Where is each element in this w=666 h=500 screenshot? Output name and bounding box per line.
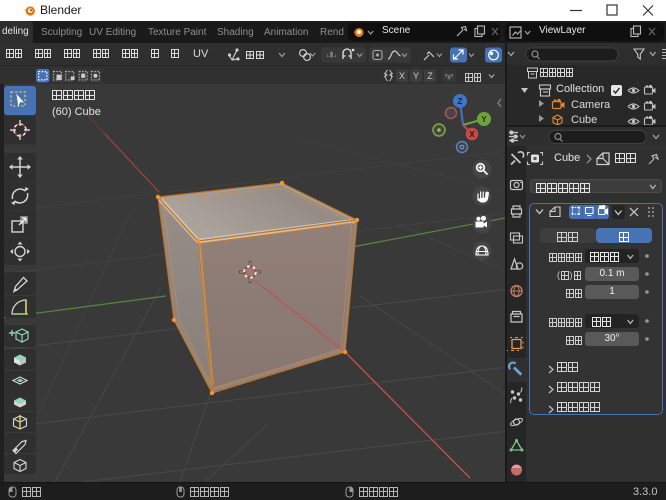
svg-text:X: X bbox=[469, 130, 475, 139]
svg-text:Z: Z bbox=[458, 97, 463, 106]
svg-text:X: X bbox=[399, 71, 405, 81]
svg-text:Z: Z bbox=[427, 71, 433, 81]
svg-text:Y: Y bbox=[481, 115, 487, 124]
svg-text:Y: Y bbox=[413, 71, 419, 81]
